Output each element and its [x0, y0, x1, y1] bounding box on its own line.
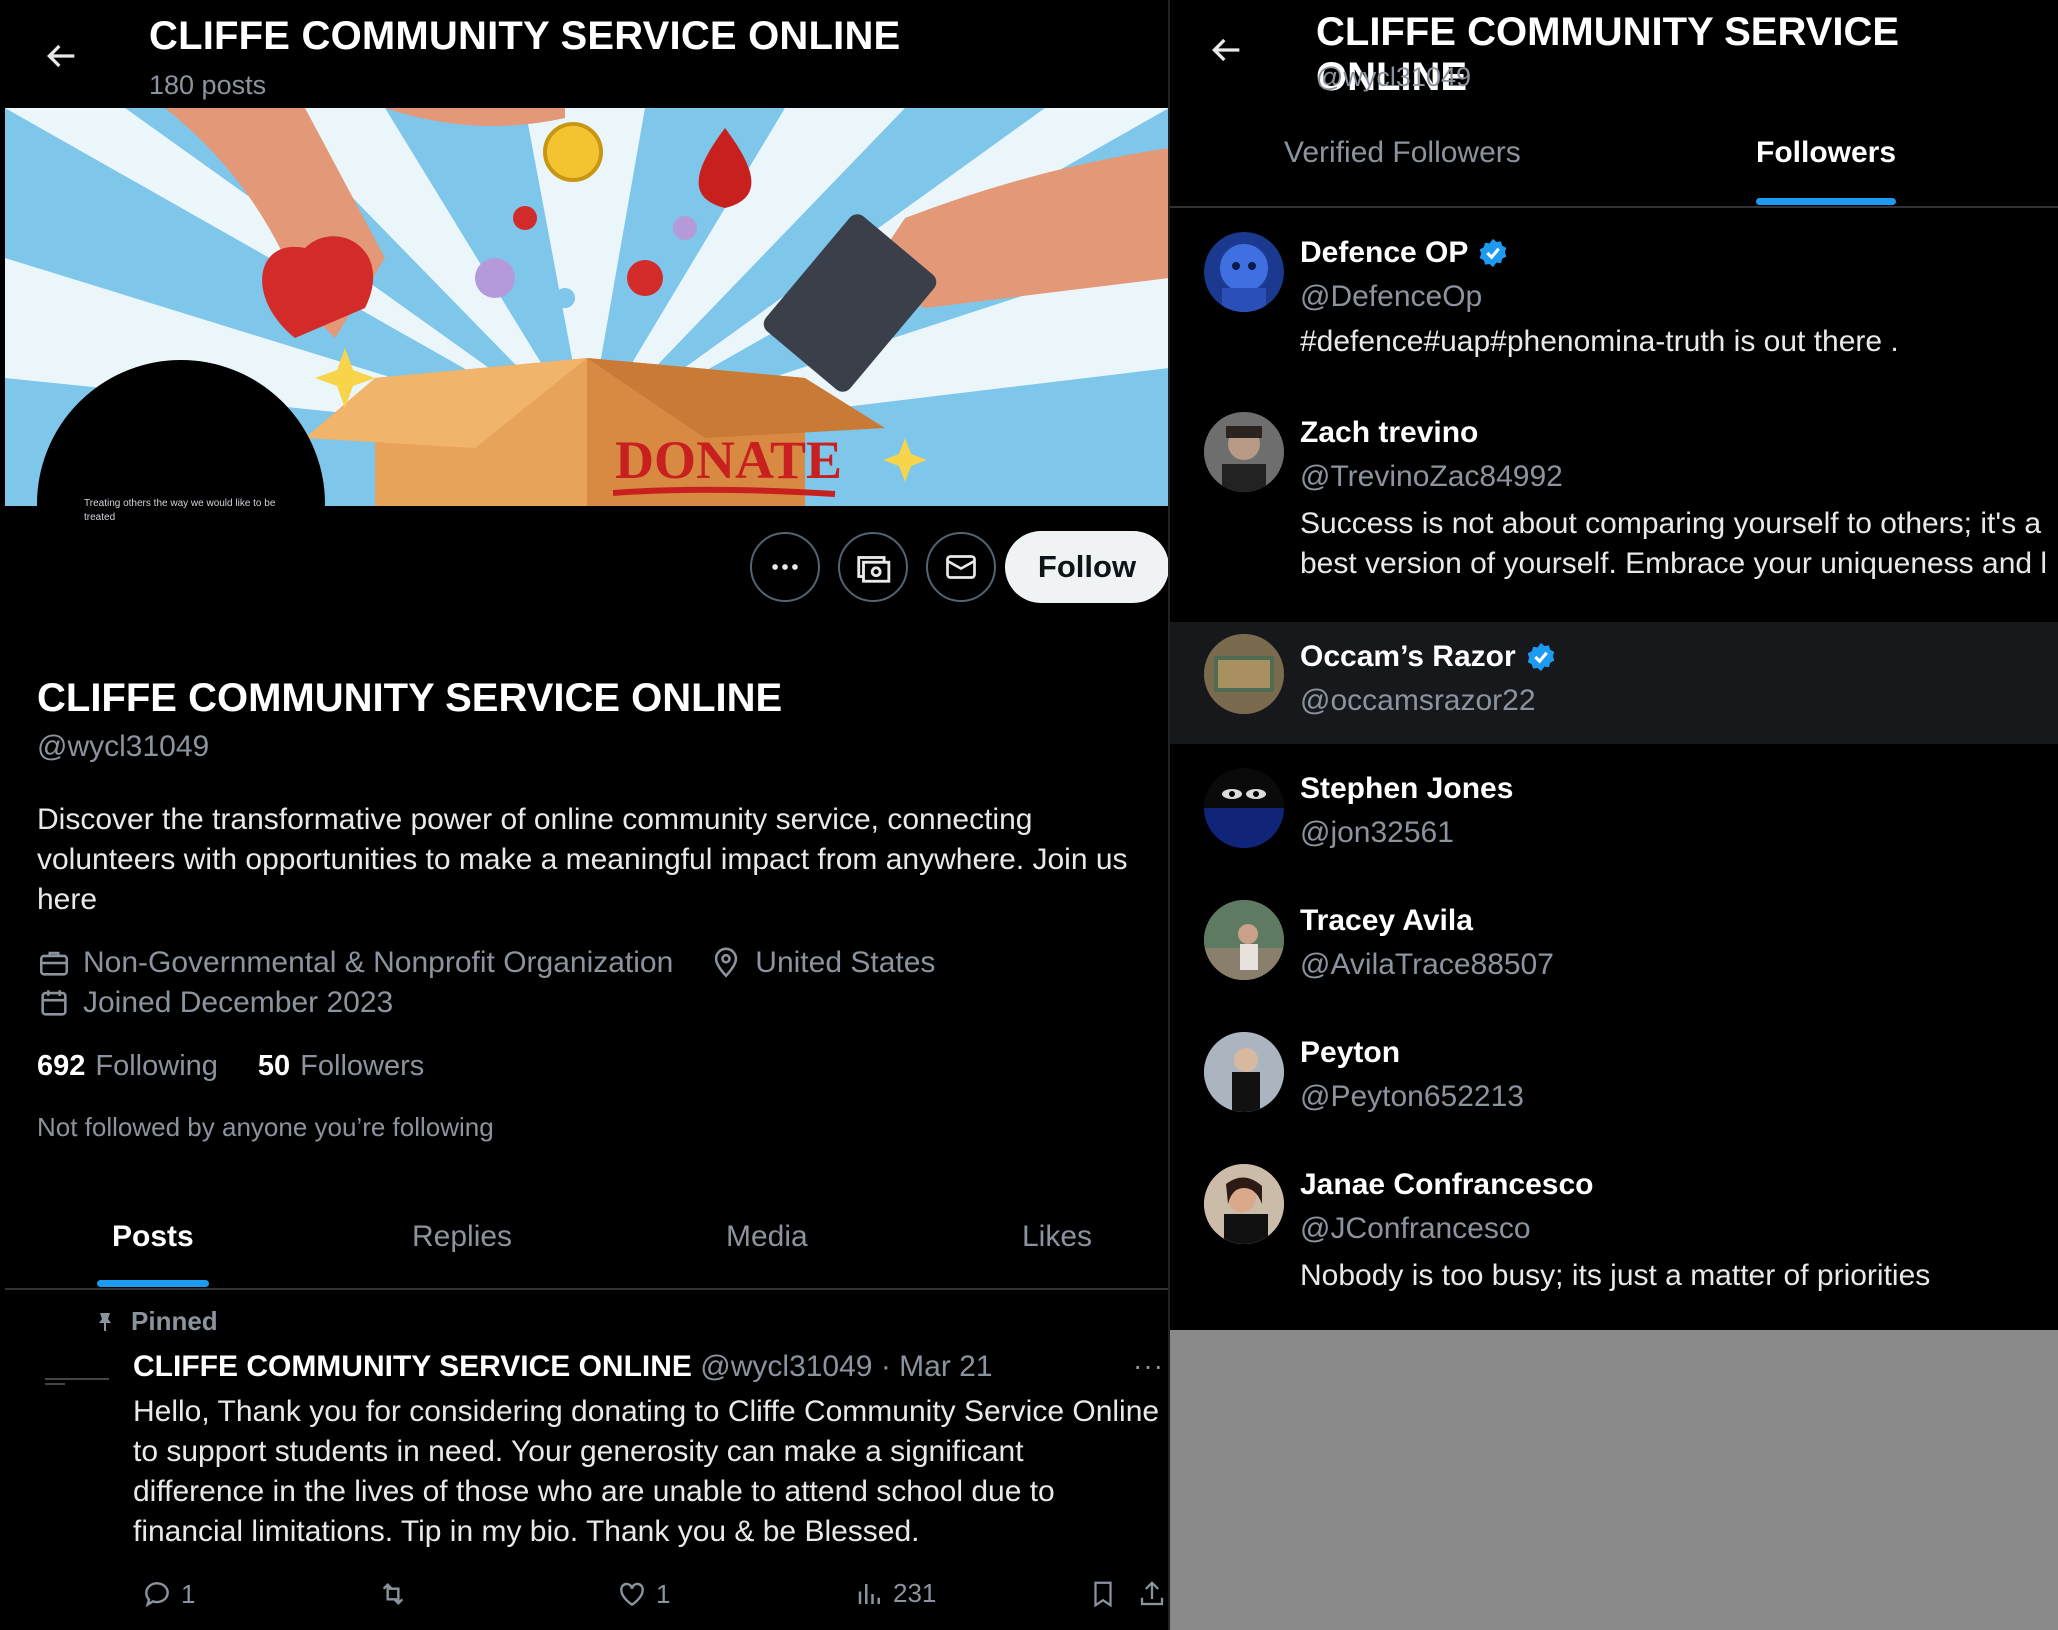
- follower-handle: @TrevinoZac84992: [1300, 460, 1563, 493]
- active-tab-indicator: [97, 1280, 209, 1287]
- follower-bio: #defence#uap#phenomina-truth is out ther…: [1300, 325, 1899, 358]
- briefcase-icon: [39, 951, 69, 976]
- location-pin-icon: [715, 947, 738, 978]
- followers-link[interactable]: 50 Followers: [258, 1050, 424, 1083]
- money-icon: [857, 556, 891, 583]
- profile-joined-row: Joined December 2023: [37, 986, 393, 1020]
- donate-text: DONATE: [615, 430, 842, 490]
- calendar-icon: [41, 990, 67, 1016]
- share-icon: [1140, 1581, 1164, 1606]
- avatar[interactable]: [1204, 634, 1284, 714]
- profile-tabs: Posts Replies Media Likes: [5, 1186, 1169, 1290]
- more-icon: [772, 564, 798, 570]
- tab-followers[interactable]: Followers: [1756, 136, 1896, 170]
- profile-avatar[interactable]: Treating others the way we would like to…: [37, 360, 325, 648]
- avatar[interactable]: [1204, 412, 1284, 492]
- tab-media[interactable]: Media: [726, 1220, 808, 1254]
- post-meta: @wycl31049 · Mar 21: [700, 1350, 993, 1383]
- avatar[interactable]: [1204, 900, 1284, 980]
- post-actions: 1 1 231: [133, 1578, 1169, 1618]
- not-followed-note: Not followed by anyone you’re following: [37, 1112, 494, 1142]
- followers-header-handle: @wycl31049: [1316, 62, 1471, 92]
- profile-joined: Joined December 2023: [83, 986, 394, 1019]
- follower-handle: @DefenceOp: [1300, 280, 1483, 313]
- follower-bio: Success is not about comparing yourself …: [1300, 507, 2042, 540]
- tab-replies[interactable]: Replies: [412, 1220, 512, 1254]
- follow-stats: 692 Following 50 Followers: [37, 1050, 424, 1083]
- views-icon: [858, 1583, 880, 1604]
- like-button[interactable]: 1: [616, 1578, 670, 1610]
- post-count: 180 posts: [149, 70, 267, 100]
- following-link[interactable]: 692 Following: [37, 1050, 218, 1083]
- profile-location: United States: [755, 946, 936, 979]
- tab-posts[interactable]: Posts: [112, 1220, 194, 1254]
- more-options-button[interactable]: [750, 532, 820, 602]
- back-arrow-icon[interactable]: [41, 36, 81, 76]
- follower-name[interactable]: Occam’s Razor: [1300, 640, 1516, 674]
- profile-meta-row: Non-Governmental & Nonprofit Organizatio…: [37, 946, 935, 980]
- avatar[interactable]: [1204, 232, 1284, 312]
- pin-icon: [99, 1312, 111, 1331]
- bookmark-button[interactable]: [1088, 1578, 1118, 1610]
- back-arrow-icon[interactable]: [1206, 30, 1246, 70]
- verified-badge-icon: [1480, 238, 1507, 268]
- follower-handle: @jon32561: [1300, 816, 1454, 849]
- profile-handle: @wycl31049: [37, 730, 210, 763]
- follower-name[interactable]: Stephen Jones: [1300, 772, 1513, 806]
- views-button[interactable]: 231: [855, 1578, 936, 1609]
- avatar[interactable]: [1204, 1164, 1284, 1244]
- subscribe-button[interactable]: [838, 532, 908, 602]
- follow-button[interactable]: Follow: [1005, 531, 1169, 603]
- follower-name[interactable]: Zach trevino: [1300, 416, 1478, 450]
- heart-icon: [620, 1582, 644, 1607]
- follower-bio: Nobody is too busy; its just a matter of…: [1300, 1259, 1931, 1292]
- follower-bio-line2: best version of yourself. Embrace your u…: [1300, 547, 2048, 580]
- header-title: CLIFFE COMMUNITY SERVICE ONLINE: [149, 14, 901, 58]
- repost-icon: [382, 1582, 404, 1606]
- verified-badge-icon: [1527, 642, 1554, 672]
- avatar-tagline: Treating others the way we would like to…: [84, 498, 276, 523]
- follower-handle: @AvilaTrace88507: [1300, 948, 1554, 981]
- post-header: CLIFFE COMMUNITY SERVICE ONLINE @wycl310…: [133, 1350, 993, 1384]
- tab-likes[interactable]: Likes: [1022, 1220, 1092, 1254]
- follower-name[interactable]: Janae Confrancesco: [1300, 1168, 1593, 1202]
- profile-bio: Discover the transformative power of onl…: [37, 803, 1128, 916]
- profile-name: CLIFFE COMMUNITY SERVICE ONLINE: [37, 676, 783, 720]
- avatar[interactable]: [1204, 1032, 1284, 1112]
- avatar[interactable]: [1204, 768, 1284, 848]
- follower-row[interactable]: Occam’s Razor @occamsrazor22: [1170, 622, 2058, 744]
- follower-handle: @Peyton652213: [1300, 1080, 1524, 1113]
- repost-button[interactable]: [376, 1578, 410, 1610]
- reply-button[interactable]: 1: [141, 1578, 195, 1610]
- mail-icon: [946, 555, 976, 579]
- follower-handle: @occamsrazor22: [1300, 684, 1536, 717]
- reply-icon: [145, 1582, 169, 1608]
- follower-name[interactable]: Peyton: [1300, 1036, 1400, 1070]
- share-button[interactable]: [1137, 1578, 1167, 1610]
- profile-panel: CLIFFE COMMUNITY SERVICE ONLINE 180 post…: [5, 0, 1169, 1630]
- pinned-label: Pinned: [93, 1306, 218, 1337]
- follower-name[interactable]: Defence OP: [1300, 236, 1468, 270]
- tab-verified-followers[interactable]: Verified Followers: [1284, 136, 1521, 170]
- post-more-button[interactable]: ···: [1133, 1350, 1164, 1382]
- empty-overlay-area: [1170, 1330, 2058, 1630]
- post-avatar[interactable]: [45, 1370, 117, 1390]
- followers-panel: CLIFFE COMMUNITY SERVICE ONLINE @wycl310…: [1170, 0, 2058, 1630]
- profile-category: Non-Governmental & Nonprofit Organizatio…: [83, 946, 674, 979]
- active-tab-indicator: [1756, 198, 1896, 205]
- post-author[interactable]: CLIFFE COMMUNITY SERVICE ONLINE: [133, 1350, 692, 1383]
- bookmark-icon: [1094, 1581, 1112, 1608]
- post-text: Hello, Thank you for considering donatin…: [133, 1395, 1160, 1548]
- message-button[interactable]: [926, 532, 996, 602]
- follower-handle: @JConfrancesco: [1300, 1212, 1531, 1245]
- follower-name[interactable]: Tracey Avila: [1300, 904, 1473, 938]
- followers-tabs: Verified Followers Followers: [1170, 120, 2058, 208]
